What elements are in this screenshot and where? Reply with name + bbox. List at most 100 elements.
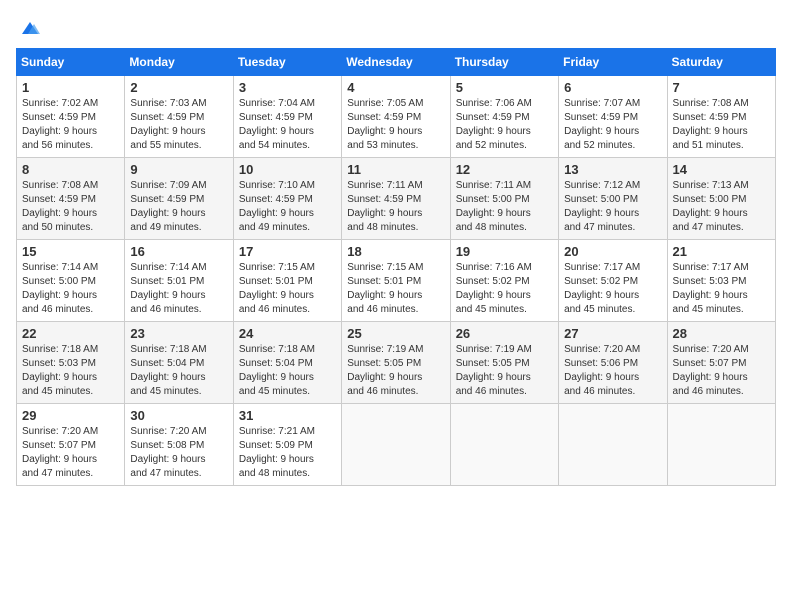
day-number: 25 bbox=[347, 326, 444, 341]
day-info: Sunrise: 7:11 AMSunset: 5:00 PMDaylight:… bbox=[456, 179, 553, 235]
calendar-cell bbox=[559, 404, 667, 486]
calendar-week-row: 22 Sunrise: 7:18 AMSunset: 5:03 PMDaylig… bbox=[17, 322, 776, 404]
calendar-cell: 5 Sunrise: 7:06 AMSunset: 4:59 PMDayligh… bbox=[450, 76, 558, 158]
calendar-header-row: SundayMondayTuesdayWednesdayThursdayFrid… bbox=[17, 49, 776, 76]
day-number: 1 bbox=[22, 80, 119, 95]
day-info: Sunrise: 7:13 AMSunset: 5:00 PMDaylight:… bbox=[673, 179, 770, 235]
calendar-week-row: 8 Sunrise: 7:08 AMSunset: 4:59 PMDayligh… bbox=[17, 158, 776, 240]
day-number: 3 bbox=[239, 80, 336, 95]
calendar-cell: 6 Sunrise: 7:07 AMSunset: 4:59 PMDayligh… bbox=[559, 76, 667, 158]
day-info: Sunrise: 7:17 AMSunset: 5:02 PMDaylight:… bbox=[564, 261, 661, 317]
day-number: 15 bbox=[22, 244, 119, 259]
day-info: Sunrise: 7:19 AMSunset: 5:05 PMDaylight:… bbox=[456, 343, 553, 399]
day-info: Sunrise: 7:15 AMSunset: 5:01 PMDaylight:… bbox=[239, 261, 336, 317]
day-info: Sunrise: 7:15 AMSunset: 5:01 PMDaylight:… bbox=[347, 261, 444, 317]
day-info: Sunrise: 7:08 AMSunset: 4:59 PMDaylight:… bbox=[22, 179, 119, 235]
calendar-cell: 10 Sunrise: 7:10 AMSunset: 4:59 PMDaylig… bbox=[233, 158, 341, 240]
day-number: 16 bbox=[130, 244, 227, 259]
calendar-cell: 26 Sunrise: 7:19 AMSunset: 5:05 PMDaylig… bbox=[450, 322, 558, 404]
day-info: Sunrise: 7:20 AMSunset: 5:06 PMDaylight:… bbox=[564, 343, 661, 399]
day-number: 14 bbox=[673, 162, 770, 177]
calendar-cell: 24 Sunrise: 7:18 AMSunset: 5:04 PMDaylig… bbox=[233, 322, 341, 404]
calendar-cell: 13 Sunrise: 7:12 AMSunset: 5:00 PMDaylig… bbox=[559, 158, 667, 240]
day-info: Sunrise: 7:02 AMSunset: 4:59 PMDaylight:… bbox=[22, 97, 119, 153]
weekday-header: Tuesday bbox=[233, 49, 341, 76]
day-info: Sunrise: 7:12 AMSunset: 5:00 PMDaylight:… bbox=[564, 179, 661, 235]
calendar-table: SundayMondayTuesdayWednesdayThursdayFrid… bbox=[16, 48, 776, 486]
calendar-cell: 14 Sunrise: 7:13 AMSunset: 5:00 PMDaylig… bbox=[667, 158, 775, 240]
calendar-cell: 30 Sunrise: 7:20 AMSunset: 5:08 PMDaylig… bbox=[125, 404, 233, 486]
weekday-header: Friday bbox=[559, 49, 667, 76]
day-number: 5 bbox=[456, 80, 553, 95]
day-info: Sunrise: 7:11 AMSunset: 4:59 PMDaylight:… bbox=[347, 179, 444, 235]
calendar-week-row: 15 Sunrise: 7:14 AMSunset: 5:00 PMDaylig… bbox=[17, 240, 776, 322]
page-header bbox=[16, 16, 776, 40]
calendar-cell: 28 Sunrise: 7:20 AMSunset: 5:07 PMDaylig… bbox=[667, 322, 775, 404]
day-info: Sunrise: 7:14 AMSunset: 5:00 PMDaylight:… bbox=[22, 261, 119, 317]
calendar-week-row: 1 Sunrise: 7:02 AMSunset: 4:59 PMDayligh… bbox=[17, 76, 776, 158]
day-number: 19 bbox=[456, 244, 553, 259]
day-number: 2 bbox=[130, 80, 227, 95]
day-info: Sunrise: 7:18 AMSunset: 5:04 PMDaylight:… bbox=[130, 343, 227, 399]
day-number: 11 bbox=[347, 162, 444, 177]
day-number: 27 bbox=[564, 326, 661, 341]
day-info: Sunrise: 7:16 AMSunset: 5:02 PMDaylight:… bbox=[456, 261, 553, 317]
day-number: 6 bbox=[564, 80, 661, 95]
day-info: Sunrise: 7:20 AMSunset: 5:07 PMDaylight:… bbox=[22, 425, 119, 481]
day-info: Sunrise: 7:10 AMSunset: 4:59 PMDaylight:… bbox=[239, 179, 336, 235]
day-number: 23 bbox=[130, 326, 227, 341]
calendar-cell bbox=[342, 404, 450, 486]
day-info: Sunrise: 7:14 AMSunset: 5:01 PMDaylight:… bbox=[130, 261, 227, 317]
calendar-cell: 29 Sunrise: 7:20 AMSunset: 5:07 PMDaylig… bbox=[17, 404, 125, 486]
day-number: 18 bbox=[347, 244, 444, 259]
day-info: Sunrise: 7:05 AMSunset: 4:59 PMDaylight:… bbox=[347, 97, 444, 153]
weekday-header: Wednesday bbox=[342, 49, 450, 76]
calendar-cell: 1 Sunrise: 7:02 AMSunset: 4:59 PMDayligh… bbox=[17, 76, 125, 158]
calendar-cell: 15 Sunrise: 7:14 AMSunset: 5:00 PMDaylig… bbox=[17, 240, 125, 322]
calendar-cell bbox=[667, 404, 775, 486]
day-number: 13 bbox=[564, 162, 661, 177]
day-info: Sunrise: 7:07 AMSunset: 4:59 PMDaylight:… bbox=[564, 97, 661, 153]
calendar-cell: 12 Sunrise: 7:11 AMSunset: 5:00 PMDaylig… bbox=[450, 158, 558, 240]
day-number: 20 bbox=[564, 244, 661, 259]
calendar-cell: 18 Sunrise: 7:15 AMSunset: 5:01 PMDaylig… bbox=[342, 240, 450, 322]
calendar-cell: 7 Sunrise: 7:08 AMSunset: 4:59 PMDayligh… bbox=[667, 76, 775, 158]
calendar-cell: 8 Sunrise: 7:08 AMSunset: 4:59 PMDayligh… bbox=[17, 158, 125, 240]
day-number: 30 bbox=[130, 408, 227, 423]
calendar-cell: 4 Sunrise: 7:05 AMSunset: 4:59 PMDayligh… bbox=[342, 76, 450, 158]
calendar-cell: 11 Sunrise: 7:11 AMSunset: 4:59 PMDaylig… bbox=[342, 158, 450, 240]
day-number: 24 bbox=[239, 326, 336, 341]
calendar-cell: 22 Sunrise: 7:18 AMSunset: 5:03 PMDaylig… bbox=[17, 322, 125, 404]
weekday-header: Saturday bbox=[667, 49, 775, 76]
day-info: Sunrise: 7:06 AMSunset: 4:59 PMDaylight:… bbox=[456, 97, 553, 153]
day-number: 12 bbox=[456, 162, 553, 177]
day-number: 26 bbox=[456, 326, 553, 341]
calendar-cell: 20 Sunrise: 7:17 AMSunset: 5:02 PMDaylig… bbox=[559, 240, 667, 322]
day-number: 22 bbox=[22, 326, 119, 341]
calendar-cell bbox=[450, 404, 558, 486]
weekday-header: Thursday bbox=[450, 49, 558, 76]
calendar-cell: 21 Sunrise: 7:17 AMSunset: 5:03 PMDaylig… bbox=[667, 240, 775, 322]
day-number: 9 bbox=[130, 162, 227, 177]
logo bbox=[16, 16, 42, 40]
day-number: 21 bbox=[673, 244, 770, 259]
day-number: 7 bbox=[673, 80, 770, 95]
calendar-cell: 9 Sunrise: 7:09 AMSunset: 4:59 PMDayligh… bbox=[125, 158, 233, 240]
calendar-cell: 3 Sunrise: 7:04 AMSunset: 4:59 PMDayligh… bbox=[233, 76, 341, 158]
calendar-cell: 16 Sunrise: 7:14 AMSunset: 5:01 PMDaylig… bbox=[125, 240, 233, 322]
day-info: Sunrise: 7:20 AMSunset: 5:08 PMDaylight:… bbox=[130, 425, 227, 481]
day-number: 4 bbox=[347, 80, 444, 95]
calendar-cell: 19 Sunrise: 7:16 AMSunset: 5:02 PMDaylig… bbox=[450, 240, 558, 322]
day-info: Sunrise: 7:19 AMSunset: 5:05 PMDaylight:… bbox=[347, 343, 444, 399]
day-info: Sunrise: 7:18 AMSunset: 5:04 PMDaylight:… bbox=[239, 343, 336, 399]
weekday-header: Sunday bbox=[17, 49, 125, 76]
weekday-header: Monday bbox=[125, 49, 233, 76]
day-info: Sunrise: 7:17 AMSunset: 5:03 PMDaylight:… bbox=[673, 261, 770, 317]
logo-icon bbox=[18, 16, 42, 40]
calendar-cell: 25 Sunrise: 7:19 AMSunset: 5:05 PMDaylig… bbox=[342, 322, 450, 404]
day-number: 10 bbox=[239, 162, 336, 177]
day-info: Sunrise: 7:08 AMSunset: 4:59 PMDaylight:… bbox=[673, 97, 770, 153]
day-info: Sunrise: 7:09 AMSunset: 4:59 PMDaylight:… bbox=[130, 179, 227, 235]
calendar-cell: 2 Sunrise: 7:03 AMSunset: 4:59 PMDayligh… bbox=[125, 76, 233, 158]
day-info: Sunrise: 7:21 AMSunset: 5:09 PMDaylight:… bbox=[239, 425, 336, 481]
